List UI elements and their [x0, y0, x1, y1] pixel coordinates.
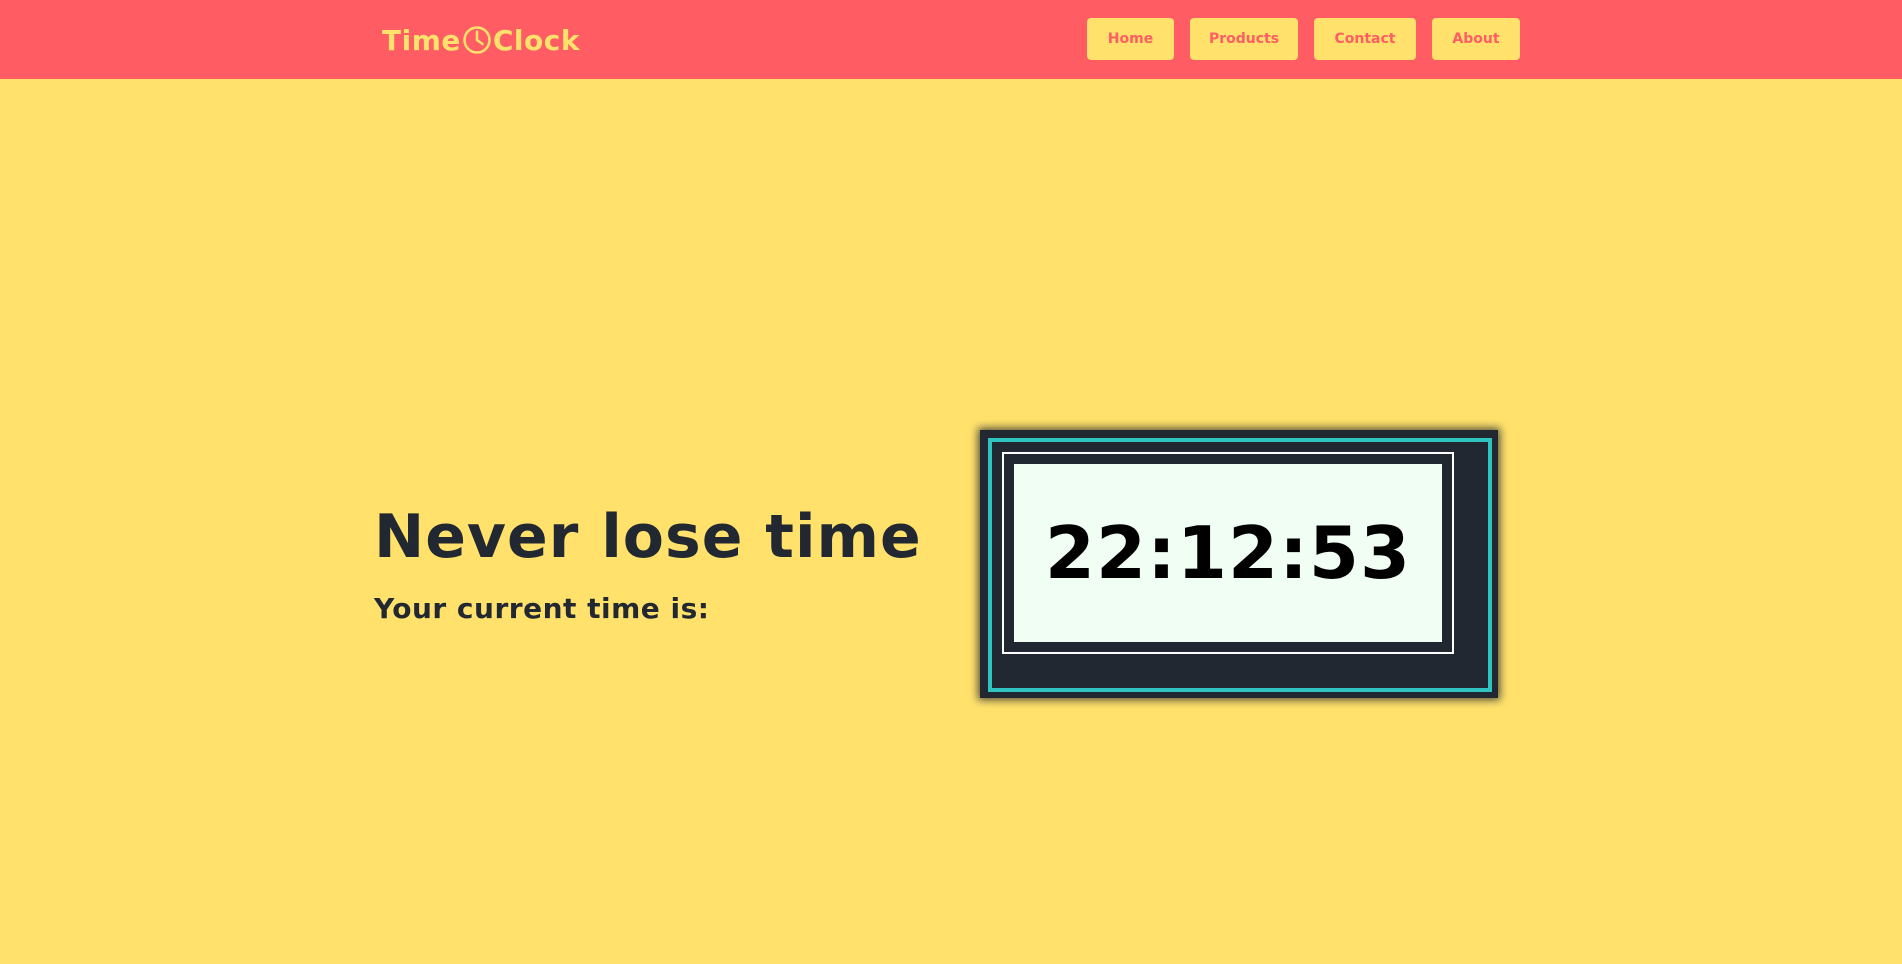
hero-subtitle: Your current time is:	[374, 592, 710, 625]
clock-inner-border: 22:12:53	[1002, 452, 1454, 654]
brand-text-time: Time	[382, 23, 461, 57]
clock-display: 22:12:53	[1014, 464, 1442, 642]
navbar: Time Clock Home Products Contact About	[0, 0, 1902, 79]
clock-frame: 22:12:53	[980, 430, 1498, 698]
nav-products-button[interactable]: Products	[1190, 18, 1298, 60]
nav-home-button[interactable]: Home	[1087, 18, 1174, 60]
brand-logo[interactable]: Time Clock	[382, 22, 580, 58]
nav-about-button[interactable]: About	[1432, 18, 1520, 60]
clock-icon	[462, 25, 492, 55]
brand-text-clock: Clock	[492, 23, 580, 57]
nav-contact-button[interactable]: Contact	[1314, 18, 1416, 60]
nav-menu: Home Products Contact About	[1087, 18, 1520, 60]
clock-time: 22:12:53	[1044, 511, 1412, 595]
hero-title: Never lose time	[374, 502, 922, 572]
